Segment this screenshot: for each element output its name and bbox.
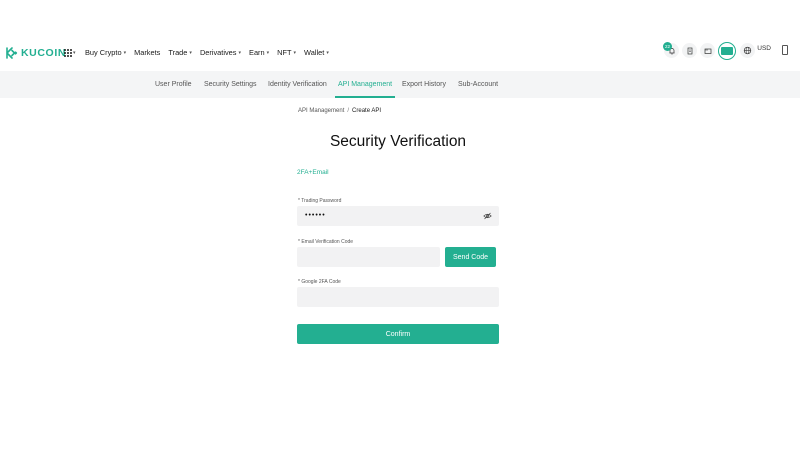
trading-password-value: •••••• [305,212,326,219]
trading-password-label: * Trading Password [298,198,341,204]
notification-badge: 22 [663,42,672,51]
tab-sub-account[interactable]: Sub-Account [458,71,498,98]
chevron-down-icon: ▾ [123,49,127,56]
currency-selector[interactable]: USD [757,45,771,52]
nav-menu-item[interactable]: Buy Crypto ▾ [85,48,126,57]
globe-icon[interactable] [740,43,755,58]
confirm-button[interactable]: Confirm [297,324,499,344]
page-title: Security Verification [329,133,467,150]
google-2fa-label: * Google 2FA Code [298,279,341,285]
required-mark: * [298,198,300,204]
apps-grid-icon[interactable]: ▾ [64,49,76,57]
nav-menu-item[interactable]: NFT ▾ [277,48,296,57]
tab-security-settings[interactable]: Security Settings [204,71,257,98]
chevron-down-icon: ▾ [238,49,242,56]
trading-password-field[interactable]: •••••• [297,206,499,226]
nav-menu-item[interactable]: Markets [134,48,160,57]
breadcrumb-current: Create API [352,108,382,114]
wallet-icon[interactable] [700,43,715,58]
breadcrumb: API Management / Create API [298,108,381,114]
chevron-down-icon: ▾ [326,49,329,56]
nav-menu-label: Earn [249,48,265,57]
breadcrumb-separator: / [347,108,350,114]
nav-menu-label: Wallet [304,48,325,57]
kucoin-logo-icon [6,47,18,59]
nav-menu-label: Derivatives [199,48,237,57]
email-code-label: * Email Verification Code [298,239,353,245]
top-navigation: KUCOIN ▾ Buy Crypto ▾ Markets Trade ▾ Derivat… [0,38,800,70]
nav-menu-item[interactable]: Wallet ▾ [304,48,329,57]
account-tabs: User Profile Security Settings Identity … [0,71,800,98]
email-code-label-text: Email Verification Code [301,239,354,245]
nav-menu-item[interactable]: Derivatives ▾ [200,48,241,57]
nav-menu-item[interactable]: Trade ▾ [168,48,192,57]
eye-hidden-icon[interactable] [483,212,492,220]
nav-menu-label: Buy Crypto [85,48,122,57]
tab-user-profile[interactable]: User Profile [155,71,192,98]
avatar[interactable] [718,42,736,60]
google-2fa-field[interactable] [297,287,499,307]
trading-password-label-text: Trading Password [301,198,342,204]
nav-menu-label: NFT [277,48,292,57]
nav-menu-label: Markets [134,48,161,57]
chevron-down-icon: ▾ [73,50,76,56]
phone-icon[interactable] [782,45,788,55]
chevron-down-icon: ▾ [293,49,297,56]
google-2fa-label-text: Google 2FA Code [301,279,341,285]
brand-name: KUCOIN [21,47,67,59]
chevron-down-icon: ▾ [266,49,270,56]
email-code-field[interactable] [297,247,440,267]
required-mark: * [298,239,300,245]
main-menu: Buy Crypto ▾ Markets Trade ▾ Derivatives ▾ Earn… [85,48,329,57]
kucoin-logo[interactable]: KUCOIN [6,47,66,59]
document-icon[interactable] [682,43,697,58]
verification-method: 2FA+Email [297,169,329,176]
tab-api-management[interactable]: API Management [334,71,396,98]
send-code-button[interactable]: Send Code [445,247,496,267]
tab-identity-verification[interactable]: Identity Verification [268,71,327,98]
required-mark: * [298,279,300,285]
nav-menu-label: Trade [168,48,188,57]
avatar-icon [721,47,733,55]
breadcrumb-parent[interactable]: API Management [298,108,344,114]
chevron-down-icon: ▾ [189,49,192,56]
nav-menu-item[interactable]: Earn ▾ [249,48,269,57]
tab-export-history[interactable]: Export History [402,71,446,98]
